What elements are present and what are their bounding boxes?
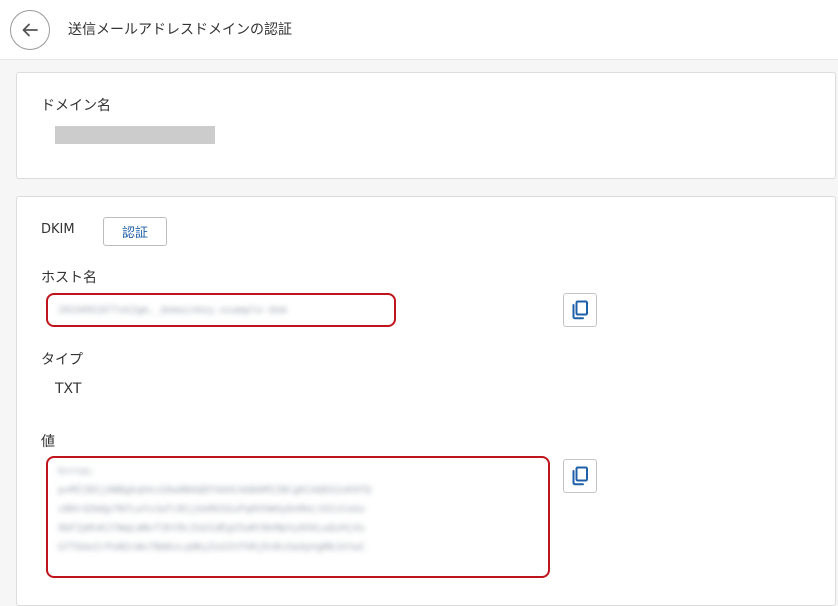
copy-icon [572, 466, 588, 486]
back-button[interactable] [10, 10, 50, 50]
type-value: TXT [55, 381, 82, 397]
page-title: 送信メールアドレスドメインの認証 [68, 22, 292, 38]
copy-icon [572, 300, 588, 320]
host-name-value[interactable]: 20240918f7xk2gm._domainkey.example-dom [58, 302, 287, 321]
dkim-value-line[interactable]: k=rsa; [58, 463, 94, 482]
domain-name-masked-value [55, 126, 215, 144]
dkim-value-line[interactable]: GfT6AeIrPoN2cWx7BmDvLq9KyZsU3tFhRjEn8iOa… [58, 539, 365, 558]
type-label: タイプ [41, 352, 83, 368]
dkim-card: DKIM 認証 ホスト名 20240918f7xk2gm._domainkey.… [16, 196, 836, 606]
dkim-value-line[interactable]: v8HrdZmQp7NfLwYs3aTcB1jUeRk5GxPq0VhW4yDn… [58, 501, 365, 520]
value-label: 値 [41, 434, 55, 450]
host-name-value-highlight: 20240918f7xk2gm._domainkey.example-dom [46, 293, 396, 327]
arrow-left-icon [22, 23, 38, 37]
domain-name-label: ドメイン名 [41, 98, 111, 114]
domain-card: ドメイン名 [16, 72, 836, 179]
copy-value-button[interactable] [563, 459, 597, 493]
verify-button[interactable]: 認証 [103, 217, 167, 246]
dkim-label: DKIM [41, 222, 75, 237]
host-name-label: ホスト名 [41, 270, 97, 286]
dkim-value-line[interactable]: 9bF2pRxKJ7WqLmNvT3hY8cZoU1dEgS5aRtBnMpVy… [58, 520, 365, 539]
dkim-value-highlight: k=rsa; p=MIIBIjANBgkqhkiG9w0BAQEFAAOCAQ8… [46, 456, 550, 578]
copy-host-name-button[interactable] [563, 293, 597, 327]
page-header: 送信メールアドレスドメインの認証 [0, 0, 838, 60]
dkim-value-line[interactable]: p=MIIBIjANBgkqhkiG9w0BAQEFAAOCAQ8AMIIBCg… [58, 482, 371, 501]
